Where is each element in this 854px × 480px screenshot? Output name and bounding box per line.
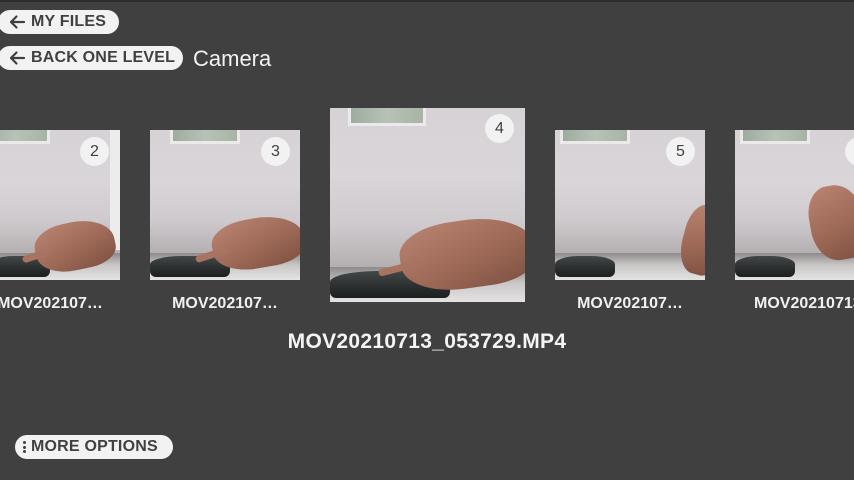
selected-filename: MOV20210713_053729.MP4 xyxy=(287,330,567,353)
thumbnail-caption: MOV202107… xyxy=(577,295,683,312)
wall-frame xyxy=(560,130,630,144)
item-number-badge: 2 xyxy=(80,137,109,166)
thumbnail-caption: MOV202107… xyxy=(0,295,103,312)
wall-frame xyxy=(170,130,240,144)
item-number-badge: 5 xyxy=(666,137,695,166)
device xyxy=(555,256,615,277)
device xyxy=(735,256,795,277)
more-vertical-icon xyxy=(23,441,26,453)
arrow-left-icon xyxy=(9,51,26,65)
wall-frame xyxy=(740,130,810,144)
more-options-button[interactable]: MORE OPTIONS xyxy=(15,435,173,459)
item-number-badge: 3 xyxy=(261,137,290,166)
wall-frame xyxy=(0,130,50,144)
video-thumbnail-4-selected[interactable]: 4 xyxy=(330,108,525,302)
my-files-label: MY FILES xyxy=(31,13,107,30)
back-one-level-label: BACK ONE LEVEL xyxy=(31,49,176,66)
video-thumbnail-3[interactable]: 3 xyxy=(150,130,300,280)
wall-frame xyxy=(348,108,426,126)
thumbnail-caption: MOV202107… xyxy=(172,295,278,312)
video-thumbnail-5[interactable]: 5 xyxy=(555,130,705,280)
video-thumbnail-2[interactable]: 2 xyxy=(0,130,120,280)
item-number-badge xyxy=(845,137,854,166)
back-one-level-button[interactable]: BACK ONE LEVEL xyxy=(0,46,183,70)
arrow-left-icon xyxy=(9,15,26,29)
more-options-label: MORE OPTIONS xyxy=(31,438,158,455)
video-thumbnail-6[interactable] xyxy=(735,130,854,280)
top-edge xyxy=(0,0,854,2)
folder-title: Camera xyxy=(193,46,272,71)
thumbnail-caption: MOV20210713 xyxy=(754,295,854,312)
my-files-button[interactable]: MY FILES xyxy=(0,10,119,34)
hand xyxy=(803,180,854,265)
item-number-badge: 4 xyxy=(485,114,514,143)
